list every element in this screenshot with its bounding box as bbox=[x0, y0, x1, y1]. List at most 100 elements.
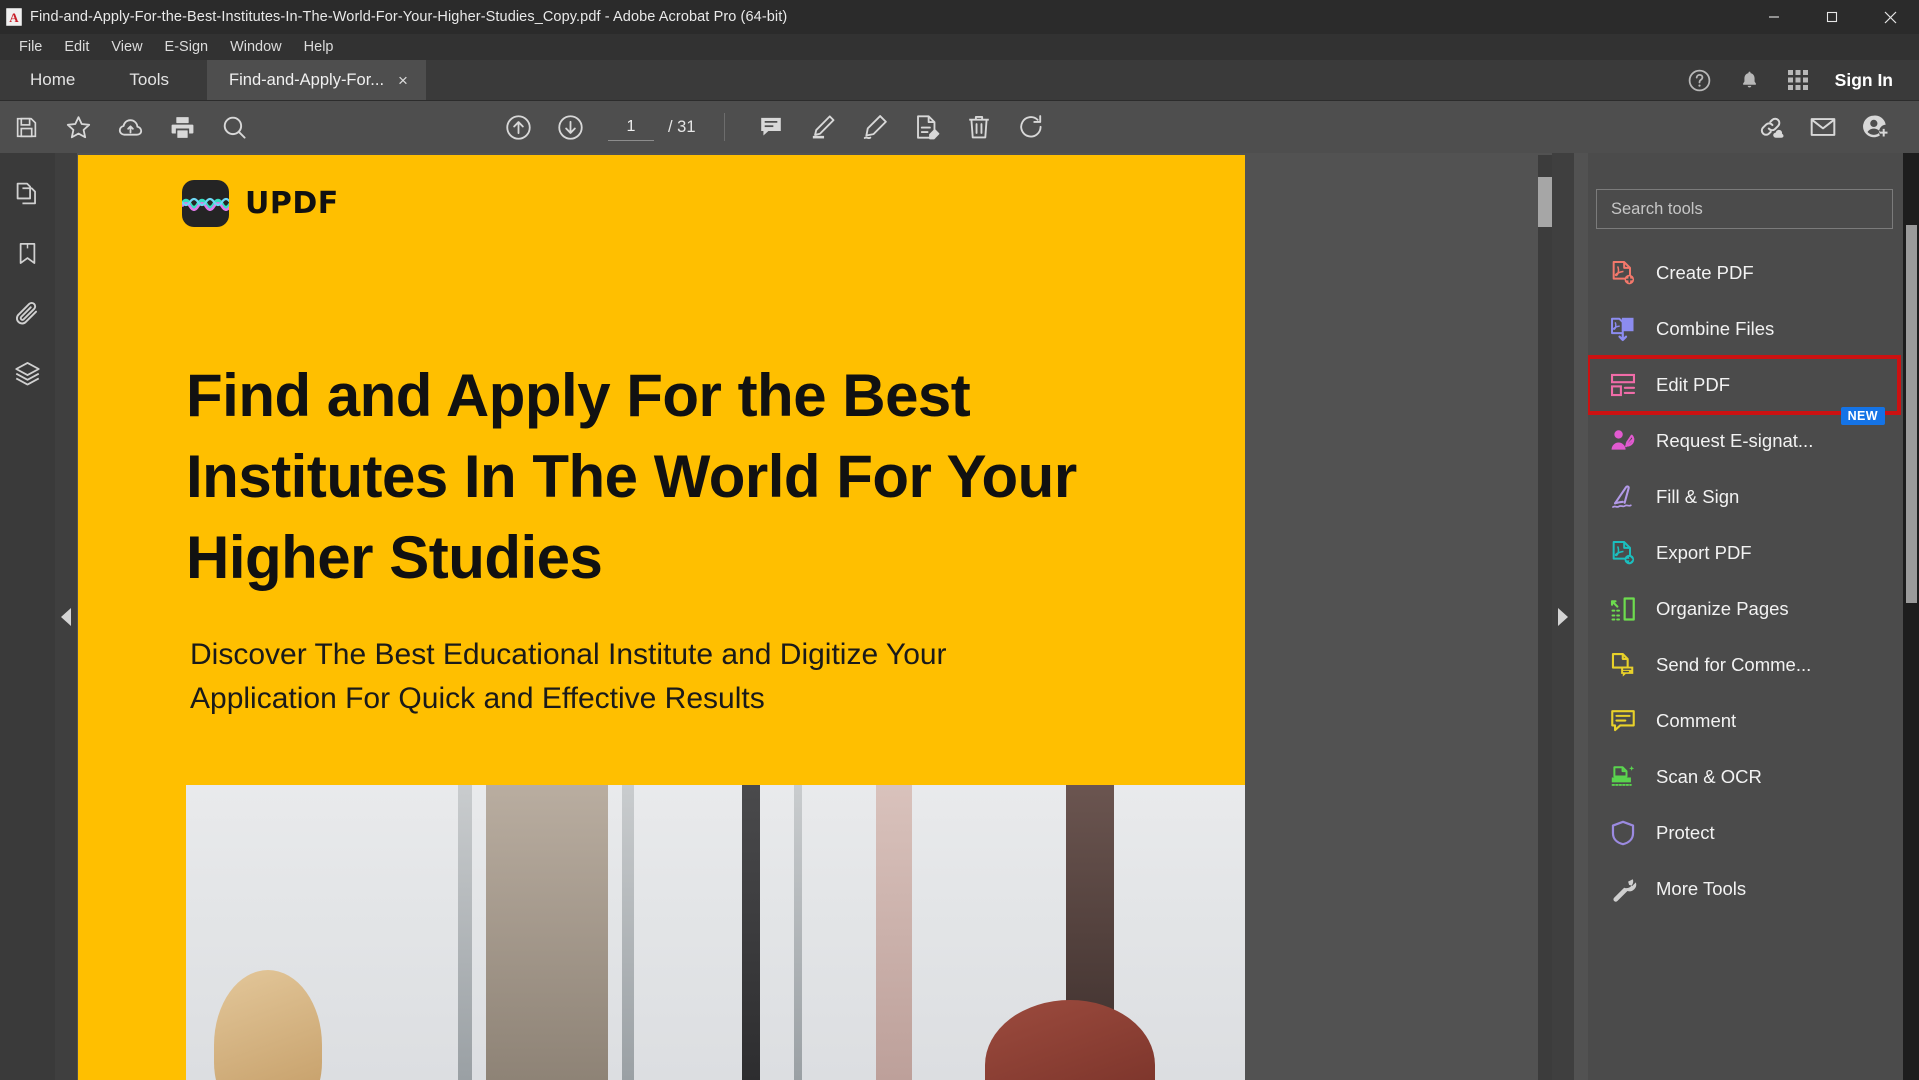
menu-bar: File Edit View E-Sign Window Help bbox=[0, 34, 1919, 60]
main-toolbar: / 31 bbox=[0, 101, 1919, 153]
pdf-hero-photo bbox=[186, 785, 1245, 1080]
tool-item-send-for-comments[interactable]: Send for Comme... bbox=[1588, 637, 1899, 693]
updf-logo-mark bbox=[182, 180, 229, 227]
menu-esign[interactable]: E-Sign bbox=[154, 37, 220, 57]
chevron-left-icon bbox=[61, 608, 71, 626]
layers-icon[interactable] bbox=[6, 355, 50, 391]
tab-document[interactable]: Find-and-Apply-For... × bbox=[207, 60, 426, 100]
notification-bell-icon[interactable] bbox=[1738, 68, 1761, 92]
combine-files-icon bbox=[1608, 314, 1638, 344]
comment-icon bbox=[1608, 706, 1638, 736]
updf-wave-icon bbox=[182, 197, 229, 211]
rotate-icon[interactable] bbox=[1005, 101, 1057, 153]
tool-label: Create PDF bbox=[1656, 262, 1754, 284]
minimize-icon[interactable] bbox=[1745, 0, 1803, 34]
document-scrollbar[interactable] bbox=[1538, 155, 1552, 1080]
star-icon[interactable] bbox=[52, 101, 104, 153]
window-controls bbox=[1745, 0, 1919, 34]
page-thumbnails-icon[interactable] bbox=[6, 175, 50, 211]
cloud-upload-icon[interactable] bbox=[104, 101, 156, 153]
updf-logo: UPDF bbox=[182, 180, 339, 227]
export-pdf-icon bbox=[1608, 538, 1638, 568]
window-title: Find-and-Apply-For-the-Best-Institutes-I… bbox=[30, 9, 787, 25]
tab-close-icon[interactable]: × bbox=[396, 72, 410, 89]
previous-page-icon[interactable] bbox=[492, 101, 544, 153]
tool-label: Edit PDF bbox=[1656, 374, 1730, 396]
protect-shield-icon bbox=[1608, 818, 1638, 848]
tool-item-request-esignature[interactable]: Request E-signat... NEW bbox=[1588, 413, 1899, 469]
edit-pdf-icon bbox=[1608, 370, 1638, 400]
tool-item-fill-and-sign[interactable]: Fill & Sign bbox=[1588, 469, 1899, 525]
tool-label: Export PDF bbox=[1656, 542, 1752, 564]
search-icon[interactable] bbox=[208, 101, 260, 153]
draw-pen-icon[interactable] bbox=[849, 101, 901, 153]
tool-item-organize-pages[interactable]: Organize Pages bbox=[1588, 581, 1899, 637]
tool-item-create-pdf[interactable]: Create PDF bbox=[1588, 245, 1899, 301]
app-grid-icon[interactable] bbox=[1787, 69, 1809, 91]
collapse-left-panel-button[interactable] bbox=[55, 153, 77, 1080]
tool-item-more-tools[interactable]: More Tools bbox=[1588, 861, 1899, 917]
toolbar-right-group bbox=[1745, 101, 1919, 153]
next-page-icon[interactable] bbox=[544, 101, 596, 153]
menu-window[interactable]: Window bbox=[219, 37, 293, 57]
add-person-icon[interactable] bbox=[1849, 101, 1901, 153]
print-icon[interactable] bbox=[156, 101, 208, 153]
tool-label: Send for Comme... bbox=[1656, 654, 1811, 676]
more-tools-wrench-icon bbox=[1608, 874, 1638, 904]
organize-pages-icon bbox=[1608, 594, 1638, 624]
document-scrollbar-thumb[interactable] bbox=[1538, 177, 1552, 227]
tab-document-label: Find-and-Apply-For... bbox=[229, 71, 384, 90]
tool-item-comment[interactable]: Comment bbox=[1588, 693, 1899, 749]
tab-bar: Home Tools Find-and-Apply-For... × bbox=[0, 60, 1919, 101]
comment-icon[interactable] bbox=[745, 101, 797, 153]
pdf-headline: Find and Apply For the Best Institutes I… bbox=[186, 355, 1086, 598]
add-text-icon[interactable] bbox=[901, 101, 953, 153]
tool-label: Protect bbox=[1656, 822, 1715, 844]
help-circle-icon[interactable] bbox=[1687, 68, 1712, 93]
paperclip-icon[interactable] bbox=[6, 295, 50, 331]
acrobat-icon: A bbox=[6, 8, 22, 26]
share-link-cloud-icon[interactable] bbox=[1745, 101, 1797, 153]
tool-item-combine-files[interactable]: Combine Files bbox=[1588, 301, 1899, 357]
close-icon[interactable] bbox=[1861, 0, 1919, 34]
tool-label: Request E-signat... bbox=[1656, 430, 1813, 452]
current-page-input[interactable] bbox=[608, 114, 654, 141]
maximize-icon[interactable] bbox=[1803, 0, 1861, 34]
tool-item-scan-ocr[interactable]: Scan & OCR bbox=[1588, 749, 1899, 805]
collapse-right-panel-button[interactable] bbox=[1552, 153, 1574, 1080]
tool-label: Organize Pages bbox=[1656, 598, 1789, 620]
tab-tools[interactable]: Tools bbox=[105, 60, 193, 100]
request-esignature-icon bbox=[1608, 426, 1638, 456]
tools-panel-scrollbar-thumb[interactable] bbox=[1906, 225, 1917, 603]
pdf-page: UPDF Find and Apply For the Best Institu… bbox=[78, 155, 1245, 1080]
tool-label: Comment bbox=[1656, 710, 1736, 732]
menu-file[interactable]: File bbox=[8, 37, 53, 57]
save-icon[interactable] bbox=[0, 101, 52, 153]
tab-bar-right: Sign In bbox=[1687, 60, 1919, 100]
search-tools-input[interactable] bbox=[1596, 189, 1893, 229]
send-for-comments-icon bbox=[1608, 650, 1638, 680]
tab-home[interactable]: Home bbox=[0, 60, 105, 100]
tools-panel-scrollbar[interactable] bbox=[1903, 153, 1919, 1080]
chevron-right-icon bbox=[1558, 608, 1568, 626]
tool-item-protect[interactable]: Protect bbox=[1588, 805, 1899, 861]
bookmark-icon[interactable] bbox=[6, 235, 50, 271]
tool-label: Scan & OCR bbox=[1656, 766, 1762, 788]
tool-label: Combine Files bbox=[1656, 318, 1774, 340]
tool-item-edit-pdf[interactable]: Edit PDF bbox=[1588, 357, 1899, 413]
email-envelope-icon[interactable] bbox=[1797, 101, 1849, 153]
highlight-pen-icon[interactable] bbox=[797, 101, 849, 153]
toolbar-page-group: / 31 bbox=[492, 101, 696, 153]
menu-view[interactable]: View bbox=[100, 37, 153, 57]
new-badge: NEW bbox=[1841, 407, 1885, 425]
delete-trash-icon[interactable] bbox=[953, 101, 1005, 153]
menu-help[interactable]: Help bbox=[293, 37, 345, 57]
page-total-label: / 31 bbox=[668, 118, 696, 137]
sign-in-button[interactable]: Sign In bbox=[1835, 70, 1893, 91]
scan-ocr-icon bbox=[1608, 762, 1638, 792]
tool-item-export-pdf[interactable]: Export PDF bbox=[1588, 525, 1899, 581]
title-bar: A Find-and-Apply-For-the-Best-Institutes… bbox=[0, 0, 1919, 34]
tools-list: Create PDF Combine Files bbox=[1588, 245, 1899, 1080]
menu-edit[interactable]: Edit bbox=[53, 37, 100, 57]
tools-panel: Create PDF Combine Files bbox=[1588, 153, 1919, 1080]
